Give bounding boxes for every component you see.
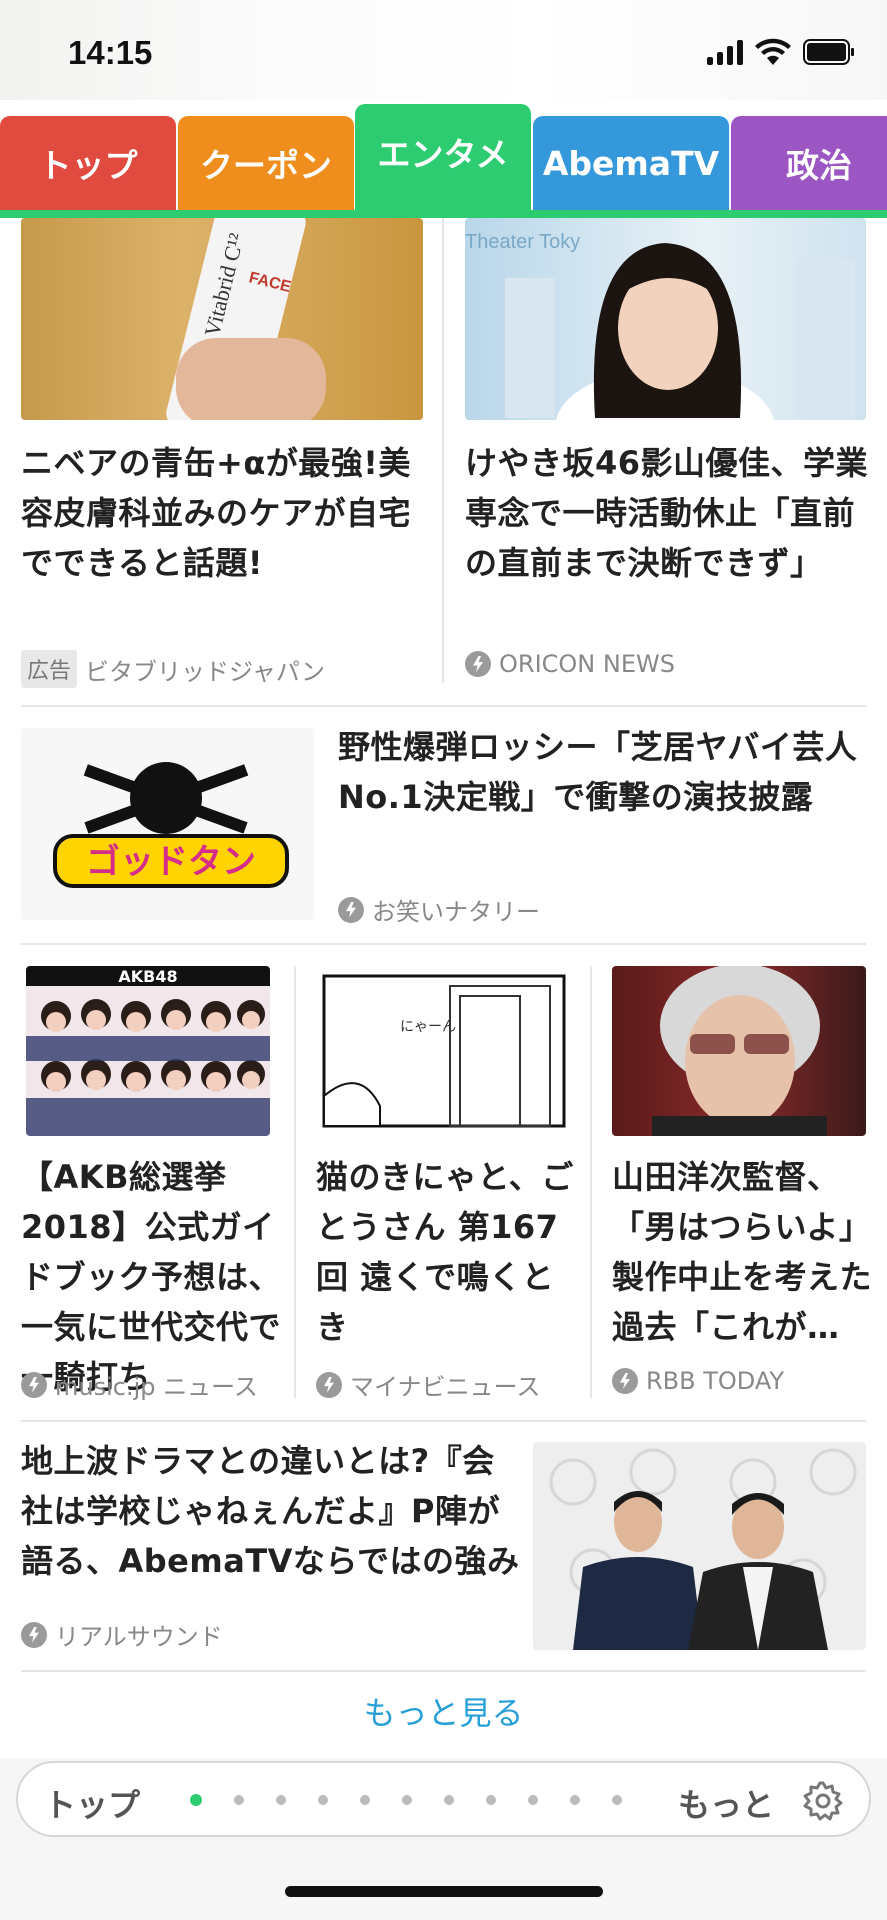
article-1-headline[interactable]: ニベアの青缶+αが最強!美容皮膚科並みのケアが自宅でできると話題! (21, 438, 421, 588)
article-4-source-name: music.jp ニュース (55, 1373, 258, 1401)
product-photo: FACE Vitabrid C¹² (166, 218, 326, 420)
column-divider (294, 966, 296, 1398)
tab-entame[interactable]: エンタメ (355, 104, 531, 210)
article-6-source: RBB TODAY (612, 1367, 784, 1395)
bolt-icon (612, 1368, 638, 1394)
wifi-icon (755, 38, 791, 65)
show-logo-text: ゴッドタン (86, 842, 256, 882)
article-7-source: リアルサウンド (21, 1617, 223, 1652)
page-dot-active (190, 1794, 202, 1806)
magazine-title: AKB48 (118, 967, 177, 986)
page-dot (402, 1795, 412, 1805)
bolt-icon (21, 1371, 47, 1398)
page-dot (486, 1795, 496, 1805)
page-indicator-dots[interactable] (190, 1794, 622, 1806)
status-bar: 14:15 (0, 0, 887, 100)
article-1-image[interactable]: FACE Vitabrid C¹² (21, 218, 423, 420)
person-photo: Theater Toky (465, 231, 855, 420)
show-logo: ゴッドタン (53, 762, 289, 888)
page-dot (318, 1795, 328, 1805)
article-4-source: music.jp ニュース (21, 1367, 258, 1402)
tab-top[interactable]: トップ (0, 116, 176, 210)
article-2-headline[interactable]: けやき坂46影山優佳、学業専念で一時活動休止「直前の直前まで決断できず」 (465, 438, 870, 588)
bottom-nav-more-button[interactable]: もっと (678, 1780, 774, 1826)
row-divider (21, 1420, 866, 1422)
article-7-source-name: リアルサウンド (55, 1623, 223, 1651)
row-divider (21, 943, 866, 945)
column-divider (442, 218, 444, 683)
gear-icon[interactable] (802, 1780, 844, 1822)
page-dot (360, 1795, 370, 1805)
column-divider (590, 966, 592, 1398)
comic-sound-text: にゃーん (400, 1019, 456, 1035)
director-photo (652, 966, 827, 1136)
bottom-nav-top-button[interactable]: トップ (44, 1780, 140, 1826)
page-dot (234, 1795, 244, 1805)
article-5-source-name: マイナビニュース (350, 1373, 541, 1401)
status-time: 14:15 (68, 34, 153, 71)
home-indicator[interactable] (285, 1886, 603, 1897)
row-divider (21, 705, 866, 707)
article-6-source-name: RBB TODAY (646, 1367, 785, 1395)
tab-coupon[interactable]: クーポン (178, 116, 354, 210)
article-2-source: ORICON NEWS (465, 650, 675, 678)
bolt-icon (338, 896, 364, 923)
page-dot (570, 1795, 580, 1805)
bolt-icon (21, 1621, 47, 1648)
article-4-image[interactable]: AKB48 (26, 966, 270, 1136)
page-dot (528, 1795, 538, 1805)
ad-badge: 広告 (21, 650, 78, 688)
article-1-source: 広告 ビタブリッドジャパン (21, 650, 325, 688)
article-3-image[interactable]: ゴッドタン (21, 728, 314, 920)
article-3-source-name: お笑いナタリー (372, 898, 540, 926)
bolt-icon (465, 651, 491, 677)
article-6-image[interactable] (612, 966, 866, 1136)
article-1-source-name: ビタブリッドジャパン (85, 657, 326, 686)
article-7-image[interactable] (533, 1442, 866, 1650)
article-5-image[interactable]: にゃーん (320, 966, 568, 1136)
article-3-source: お笑いナタリー (338, 892, 540, 927)
cellular-signal-icon (707, 39, 743, 65)
bolt-icon (316, 1371, 342, 1398)
backdrop-text: Theater Toky (465, 231, 580, 253)
page-dot (276, 1795, 286, 1805)
interview-photo (549, 1448, 857, 1650)
article-2-source-name: ORICON NEWS (499, 650, 675, 678)
page-dot (612, 1795, 622, 1805)
article-5-source: マイナビニュース (316, 1367, 540, 1402)
see-more-link[interactable]: もっと見る (0, 1688, 887, 1734)
category-tabs: トップ クーポン エンタメ AbemaTV 政治 (0, 104, 887, 216)
article-5-headline[interactable]: 猫のきにゃと、ごとうさん 第167回 遠くで鳴くとき (316, 1152, 578, 1352)
row-divider (21, 1670, 866, 1672)
comic-panel: にゃーん (322, 974, 566, 1128)
article-3-headline[interactable]: 野性爆弾ロッシー「芝居ヤバイ芸人No.1決定戦」で衝撃の演技披露 (338, 722, 868, 822)
battery-icon (803, 39, 854, 65)
tab-politics[interactable]: 政治 (731, 116, 887, 210)
active-tab-underline (0, 210, 887, 218)
article-2-image[interactable]: Theater Toky (465, 218, 866, 420)
tab-abematv[interactable]: AbemaTV (533, 116, 729, 210)
status-icons (707, 38, 855, 66)
article-6-headline[interactable]: 山田洋次監督、「男はつらいよ」製作中止を考えた過去「これが… (612, 1152, 874, 1352)
article-7-headline[interactable]: 地上波ドラマとの違いとは?『会社は学校じゃねぇんだよ』P陣が語る、AbemaTV… (21, 1436, 526, 1586)
article-4-headline[interactable]: 【AKB総選挙2018】公式ガイドブック予想は、一気に世代交代で一騎打ち (21, 1152, 286, 1402)
page-dot (444, 1795, 454, 1805)
magazine-cover: AKB48 (26, 966, 270, 1136)
